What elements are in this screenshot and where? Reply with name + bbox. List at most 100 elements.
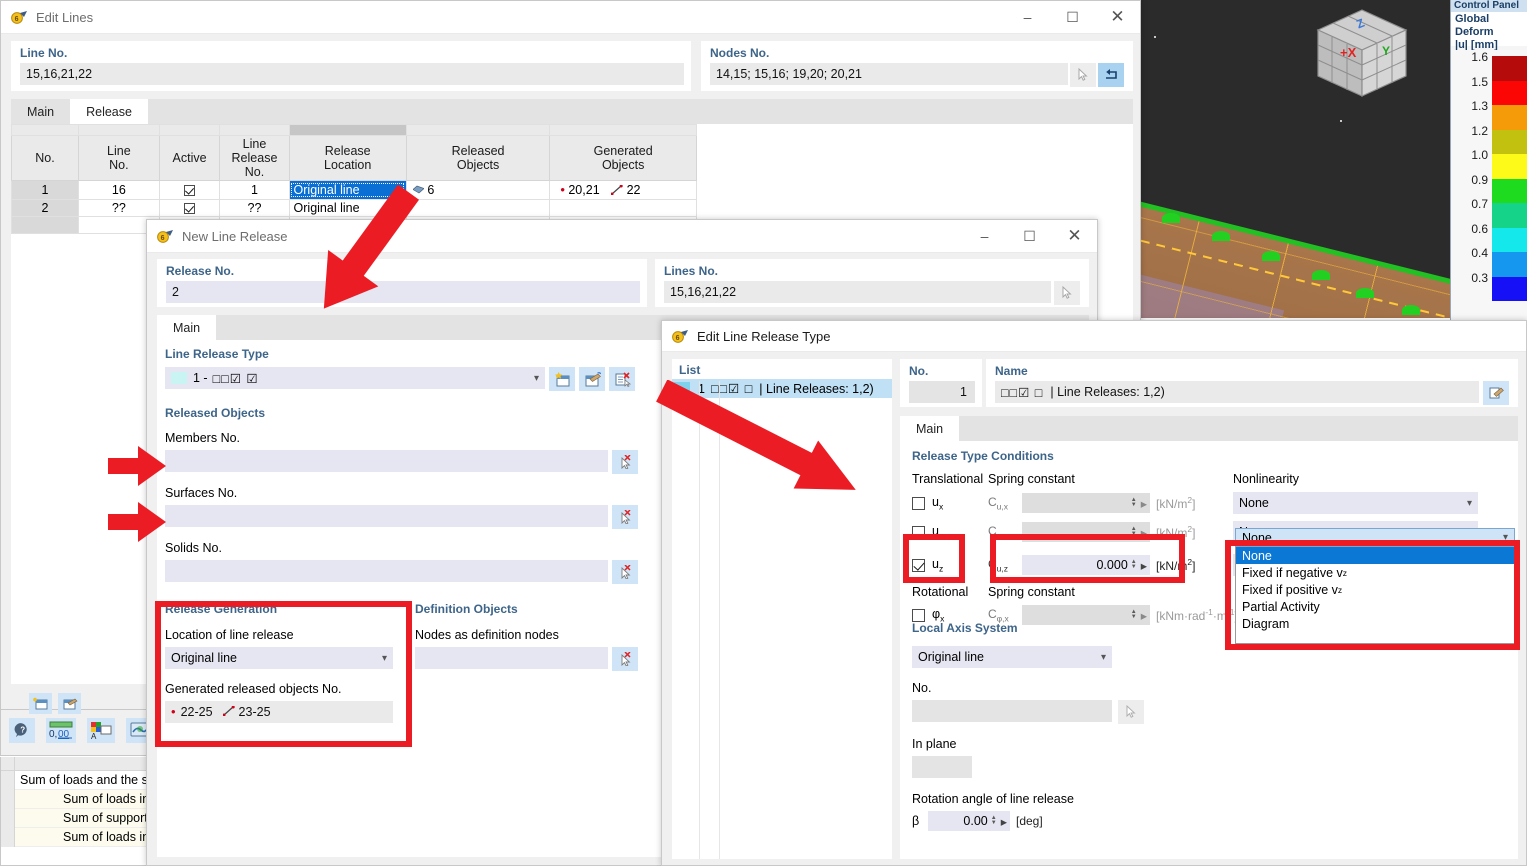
- spin-more-icon[interactable]: ▸: [1141, 558, 1147, 573]
- pick-cursor-icon[interactable]: [1070, 63, 1096, 87]
- in-plane-input[interactable]: [912, 756, 972, 778]
- line-release-type-select[interactable]: 1 - □□☑ ☑ ▾: [165, 367, 545, 389]
- pick-cursor-icon[interactable]: [612, 450, 638, 474]
- model-viewport[interactable]: +X Y Z: [1140, 0, 1450, 318]
- dropdown-option-fixed-if-positive-vz[interactable]: Fixed if positive vz: [1236, 581, 1514, 598]
- rotation-angle-input[interactable]: 0.00 ▲▼ ▸: [928, 811, 1010, 831]
- spinner-icon[interactable]: ▲▼: [991, 816, 997, 826]
- active-checkbox[interactable]: [184, 185, 195, 196]
- edit-lines-tabstrip[interactable]: Main Release: [11, 99, 1133, 124]
- delete-icon[interactable]: [609, 367, 635, 391]
- nodes-no-input[interactable]: 14,15; 15,16; 19,20; 20,21: [710, 63, 1068, 85]
- dof-row-ux[interactable]: ux Cu,x ▲▼ ▸ [kN/m2] None ▾: [912, 492, 1512, 514]
- spinner-icon[interactable]: ▲▼: [1131, 610, 1137, 620]
- nonlinearity-select-closed[interactable]: None ▾: [1235, 528, 1515, 547]
- dropdown-option-none[interactable]: None: [1236, 547, 1514, 564]
- chevron-down-icon[interactable]: ▾: [1503, 532, 1508, 543]
- maximize-icon[interactable]: ☐: [1007, 220, 1052, 253]
- local-axis-type-select[interactable]: Original line ▾: [912, 646, 1112, 668]
- pick-cursor-icon[interactable]: [612, 505, 638, 529]
- spin-more-icon[interactable]: ▸: [1141, 525, 1147, 540]
- solids-no-input[interactable]: [165, 560, 608, 582]
- new-release-icon[interactable]: [29, 693, 52, 714]
- active-checkbox[interactable]: [184, 203, 195, 214]
- row-line-release-no[interactable]: ??: [220, 199, 289, 216]
- edit-line-release-type-titlebar[interactable]: 6 Edit Line Release Type: [662, 321, 1526, 352]
- spin-more-icon[interactable]: ▸: [1141, 496, 1147, 511]
- pick-cursor-icon[interactable]: [1118, 700, 1144, 724]
- row-generated-objects[interactable]: [550, 199, 697, 216]
- rotation-angle-row[interactable]: β 0.00 ▲▼ ▸ [deg]: [912, 811, 1212, 831]
- minimize-icon[interactable]: –: [1005, 1, 1050, 34]
- tab-main[interactable]: Main: [900, 416, 959, 441]
- lines-no-input[interactable]: 15,16,21,22: [664, 281, 1051, 303]
- ux-nonlinearity-select[interactable]: None ▾: [1233, 492, 1478, 514]
- row-no[interactable]: [12, 216, 79, 233]
- spin-more-icon[interactable]: ▸: [1001, 814, 1007, 829]
- numeric-format-icon[interactable]: 0,00: [46, 718, 76, 743]
- close-icon[interactable]: ✕: [1095, 1, 1140, 34]
- close-icon[interactable]: ✕: [1052, 220, 1097, 253]
- uy-checkbox[interactable]: [912, 526, 925, 539]
- row-line-no[interactable]: ??: [79, 199, 160, 216]
- maximize-icon[interactable]: ☐: [1050, 1, 1095, 34]
- spinner-icon[interactable]: ▲▼: [1131, 560, 1137, 570]
- col-generated-objects[interactable]: Generated Objects: [550, 136, 697, 181]
- release-type-tabstrip[interactable]: Main: [900, 416, 1518, 441]
- nonlinearity-dropdown-popup[interactable]: None ▾ None Fixed if negative vz Fixed i…: [1235, 546, 1515, 644]
- row-generated-objects[interactable]: • 20,21 22: [550, 181, 697, 200]
- cuz-input[interactable]: 0.000 ▲▼ ▸: [1022, 555, 1150, 575]
- chevron-down-icon[interactable]: ▾: [1467, 498, 1472, 509]
- comment-icon[interactable]: A: [87, 718, 115, 743]
- new-line-release-titlebar[interactable]: 6 New Line Release – ☐ ✕: [147, 220, 1097, 253]
- dropdown-option-diagram[interactable]: Diagram: [1236, 615, 1514, 632]
- uz-checkbox[interactable]: [912, 559, 925, 572]
- dropdown-option-fixed-if-negative-vz[interactable]: Fixed if negative vz: [1236, 564, 1514, 581]
- pick-cursor-icon[interactable]: [612, 647, 638, 671]
- col-no[interactable]: No.: [12, 136, 79, 181]
- reverse-arrow-icon[interactable]: [1098, 63, 1124, 87]
- tab-main[interactable]: Main: [11, 99, 70, 124]
- ux-checkbox[interactable]: [912, 497, 925, 510]
- pick-cursor-icon[interactable]: [612, 560, 638, 584]
- edit-icon[interactable]: [579, 367, 605, 391]
- spinner-icon[interactable]: ▲▼: [1131, 498, 1137, 508]
- location-of-line-release-select[interactable]: Original line ▾: [165, 647, 393, 669]
- cux-input[interactable]: ▲▼ ▸: [1022, 493, 1150, 513]
- chevron-down-icon[interactable]: ▾: [1101, 652, 1106, 663]
- name-input[interactable]: □□☑ □ | Line Releases: 1,2): [995, 381, 1479, 403]
- members-no-input[interactable]: [165, 450, 608, 472]
- tab-release[interactable]: Release: [70, 99, 148, 124]
- row-active[interactable]: [159, 181, 220, 200]
- row-line-release-no[interactable]: 1: [220, 181, 289, 200]
- nodes-as-definition-input[interactable]: [415, 647, 608, 669]
- chevron-down-icon[interactable]: ▾: [534, 373, 539, 384]
- no-value[interactable]: 1: [909, 381, 975, 403]
- row-active[interactable]: [159, 199, 220, 216]
- col-line-release-no[interactable]: Line Release No.: [220, 136, 289, 181]
- tab-main[interactable]: Main: [157, 315, 216, 340]
- chevron-down-icon[interactable]: ▾: [382, 653, 387, 664]
- dropdown-option-partial-activity[interactable]: Partial Activity: [1236, 598, 1514, 615]
- cuy-input[interactable]: ▲▼ ▸: [1022, 522, 1150, 542]
- local-axis-no-input[interactable]: [912, 700, 1112, 722]
- col-line-no[interactable]: Line No.: [79, 136, 160, 181]
- phix-checkbox[interactable]: [912, 609, 925, 622]
- line-no-input[interactable]: 15,16,21,22: [20, 63, 684, 85]
- surfaces-no-input[interactable]: [165, 505, 608, 527]
- spinner-icon[interactable]: ▲▼: [1131, 527, 1137, 537]
- col-active[interactable]: Active: [159, 136, 220, 181]
- view-cube-icon[interactable]: +X Y Z: [1312, 8, 1412, 108]
- row-no[interactable]: 1: [12, 181, 79, 200]
- row-no[interactable]: 2: [12, 199, 79, 216]
- new-icon[interactable]: [549, 367, 575, 391]
- edit-lines-titlebar[interactable]: 6 Edit Lines – ☐ ✕: [1, 1, 1140, 34]
- help-icon[interactable]: ?: [9, 718, 35, 743]
- rename-icon[interactable]: [1483, 381, 1509, 405]
- pick-cursor-icon[interactable]: [1054, 281, 1080, 305]
- name-label: Name: [987, 360, 1517, 381]
- edit-release-icon[interactable]: [58, 693, 81, 714]
- minimize-icon[interactable]: –: [962, 220, 1007, 253]
- row-line-no[interactable]: 16: [79, 181, 160, 200]
- release-table-actions[interactable]: [29, 693, 81, 714]
